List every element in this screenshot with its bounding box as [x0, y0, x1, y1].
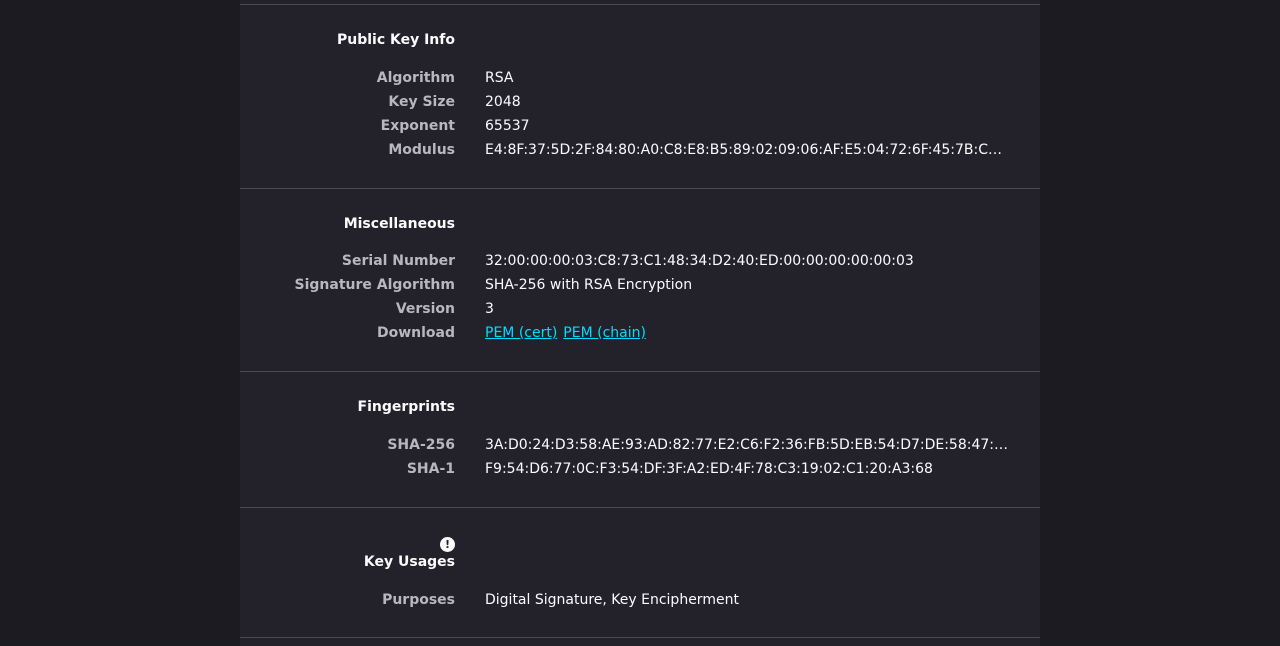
- section-divider: [240, 507, 1040, 508]
- row-serial-number: Serial Number 32:00:00:00:03:C8:73:C1:48…: [240, 249, 1040, 273]
- download-pem-chain-link[interactable]: PEM (chain): [563, 325, 646, 341]
- section-title-public-key-info: Public Key Info: [336, 32, 455, 48]
- row-sha1: SHA-1 F9:54:D6:77:0C:F3:54:DF:3F:A2:ED:4…: [240, 457, 1040, 481]
- row-sha256: SHA-256 3A:D0:24:D3:58:AE:93:AD:82:77:E2…: [240, 433, 1040, 457]
- exponent-label: Exponent: [380, 118, 455, 134]
- row-exponent: Exponent 65537: [240, 114, 1040, 138]
- algorithm-label: Algorithm: [376, 70, 455, 86]
- serial-number-value: 32:00:00:00:03:C8:73:C1:48:34:D2:40:ED:0…: [485, 253, 914, 269]
- version-value: 3: [485, 301, 494, 317]
- download-pem-cert-link[interactable]: PEM (cert): [485, 325, 557, 341]
- row-signature-algorithm: Signature Algorithm SHA-256 with RSA Enc…: [240, 273, 1040, 297]
- row-algorithm: Algorithm RSA: [240, 66, 1040, 90]
- certificate-viewer-page: Public Key Info Algorithm RSA Key Size 2…: [0, 0, 1280, 646]
- row-key-size: Key Size 2048: [240, 90, 1040, 114]
- section-divider: [240, 4, 1040, 5]
- exclamation-circle-icon: !: [440, 537, 455, 552]
- exponent-value: 65537: [485, 118, 530, 134]
- section-title-fingerprints: Fingerprints: [357, 399, 455, 415]
- row-version: Version 3: [240, 297, 1040, 321]
- signature-algorithm-value: SHA-256 with RSA Encryption: [485, 277, 693, 293]
- section-divider: [240, 637, 1040, 638]
- section-title-key-usages: Key Usages: [363, 554, 455, 570]
- sha1-value: F9:54:D6:77:0C:F3:54:DF:3F:A2:ED:4F:78:C…: [485, 461, 933, 477]
- row-download: Download PEM (cert) PEM (chain): [240, 321, 1040, 345]
- serial-number-label: Serial Number: [341, 253, 455, 269]
- row-modulus: Modulus E4:8F:37:5D:2F:84:80:A0:C8:E8:B5…: [240, 138, 1040, 162]
- sha1-label: SHA-1: [406, 461, 455, 477]
- signature-algorithm-label: Signature Algorithm: [294, 277, 455, 293]
- row-purposes: Purposes Digital Signature, Key Encipher…: [240, 588, 1040, 612]
- section-title-miscellaneous: Miscellaneous: [343, 216, 455, 232]
- section-divider: [240, 371, 1040, 372]
- version-label: Version: [395, 301, 455, 317]
- download-links: PEM (cert) PEM (chain): [485, 321, 1010, 345]
- modulus-value: E4:8F:37:5D:2F:84:80:A0:C8:E8:B5:89:02:0…: [485, 142, 1010, 158]
- purposes-value: Digital Signature, Key Encipherment: [485, 592, 739, 608]
- sha256-value: 3A:D0:24:D3:58:AE:93:AD:82:77:E2:C6:F2:3…: [485, 437, 1010, 453]
- download-label: Download: [376, 325, 455, 341]
- purposes-label: Purposes: [382, 592, 455, 608]
- section-divider: [240, 188, 1040, 189]
- certificate-details-panel: Public Key Info Algorithm RSA Key Size 2…: [240, 0, 1040, 646]
- sha256-label: SHA-256: [387, 437, 455, 453]
- key-size-value: 2048: [485, 94, 521, 110]
- algorithm-value: RSA: [485, 70, 514, 86]
- key-size-label: Key Size: [388, 94, 455, 110]
- modulus-label: Modulus: [388, 142, 455, 158]
